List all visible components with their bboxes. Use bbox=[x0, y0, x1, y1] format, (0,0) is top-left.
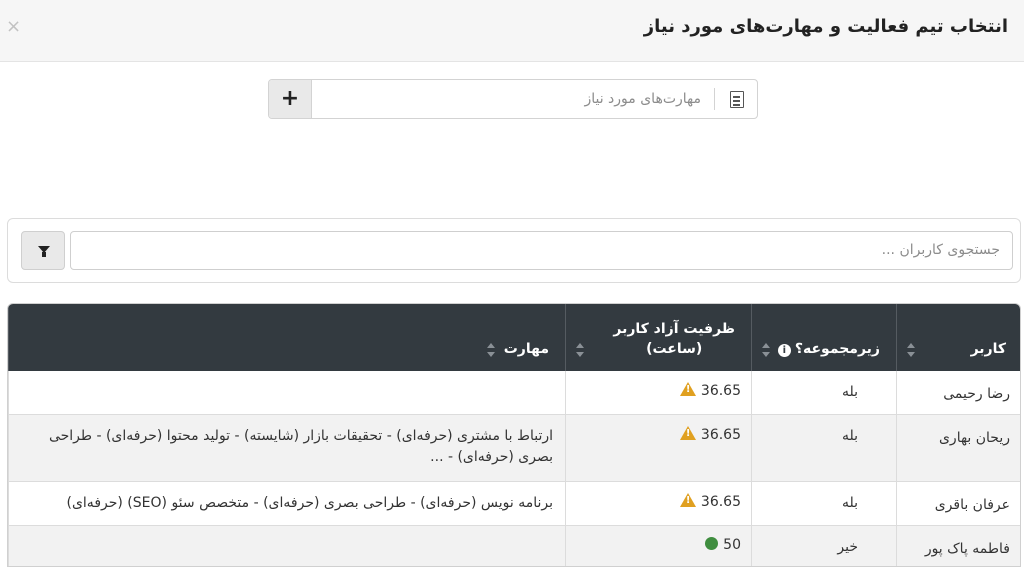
column-header-user[interactable]: کاربر bbox=[896, 304, 1020, 371]
users-table: کاربر زیرمجموعه؟i ظرفیت آزاد کاربر (ساعت… bbox=[7, 303, 1021, 567]
column-header-subset[interactable]: زیرمجموعه؟i bbox=[751, 304, 896, 371]
subset-value: خیر bbox=[837, 539, 858, 555]
document-icon bbox=[730, 91, 744, 108]
sort-icon[interactable] bbox=[576, 343, 584, 357]
subset-value: بله bbox=[841, 384, 858, 400]
divider bbox=[714, 88, 715, 110]
sort-icon[interactable] bbox=[762, 343, 770, 357]
capacity-value: 36.65 bbox=[700, 427, 741, 443]
close-icon[interactable]: × bbox=[6, 16, 21, 37]
column-header-capacity[interactable]: ظرفیت آزاد کاربر (ساعت) bbox=[565, 304, 751, 371]
capacity-value: 36.65 bbox=[700, 494, 741, 510]
user-search-input[interactable]: جستجوی کاربران ... bbox=[70, 231, 1013, 270]
user-search-panel: جستجوی کاربران ... bbox=[7, 218, 1021, 283]
user-name: ریحان بهاری bbox=[938, 430, 1010, 446]
table-header: کاربر زیرمجموعه؟i ظرفیت آزاد کاربر (ساعت… bbox=[8, 304, 1020, 371]
user-name: عرفان باقری bbox=[934, 497, 1010, 513]
column-header-skill[interactable]: مهارت bbox=[8, 304, 565, 371]
info-icon[interactable]: i bbox=[777, 344, 791, 357]
table-row[interactable]: عرفان باقری بله ! 36.65 برنامه نویس (حرفه… bbox=[8, 482, 1020, 526]
table-row[interactable]: ریحان بهاری بله ! 36.65 ارتباط با مشتری (… bbox=[8, 415, 1020, 482]
warning-icon: ! bbox=[679, 382, 696, 396]
warning-icon: ! bbox=[679, 426, 696, 440]
user-name: فاطمه پاک پور bbox=[924, 541, 1010, 557]
user-search-placeholder: جستجوی کاربران ... bbox=[881, 242, 1000, 258]
subset-value: بله bbox=[841, 495, 858, 511]
capacity-unit: (ساعت) bbox=[646, 341, 703, 357]
skill-list: ارتباط با مشتری (حرفه‌ای) - تحقیقات بازا… bbox=[48, 428, 553, 465]
capacity-label: ظرفیت آزاد کاربر bbox=[613, 321, 735, 337]
capacity-value: 36.65 bbox=[700, 383, 741, 399]
required-skills-input[interactable]: مهارت‌های مورد نیاز bbox=[584, 91, 701, 107]
subset-label: زیرمجموعه؟ bbox=[794, 341, 880, 357]
funnel-icon-stem bbox=[42, 252, 46, 257]
sort-icon[interactable] bbox=[487, 343, 495, 357]
sort-icon[interactable] bbox=[907, 343, 915, 357]
table-row[interactable]: رضا رحیمی بله ! 36.65 bbox=[8, 371, 1020, 415]
capacity-value: 50 bbox=[723, 537, 741, 553]
warning-icon: ! bbox=[679, 493, 696, 507]
subset-value: بله bbox=[841, 428, 858, 444]
add-skill-button[interactable]: + bbox=[269, 80, 312, 118]
filter-button[interactable] bbox=[21, 231, 65, 270]
required-skills-field[interactable]: + مهارت‌های مورد نیاز bbox=[268, 79, 758, 119]
skill-list: برنامه نویس (حرفه‌ای) - طراحی بصری (حرفه… bbox=[66, 495, 554, 511]
dialog-title: انتخاب تیم فعالیت و مهارت‌های مورد نیاز bbox=[643, 16, 1008, 37]
user-name: رضا رحیمی bbox=[943, 386, 1010, 402]
dialog-header: انتخاب تیم فعالیت و مهارت‌های مورد نیاز … bbox=[0, 0, 1024, 62]
table-row[interactable]: فاطمه پاک پور خیر 50 bbox=[8, 526, 1020, 566]
available-status-icon bbox=[705, 537, 719, 550]
